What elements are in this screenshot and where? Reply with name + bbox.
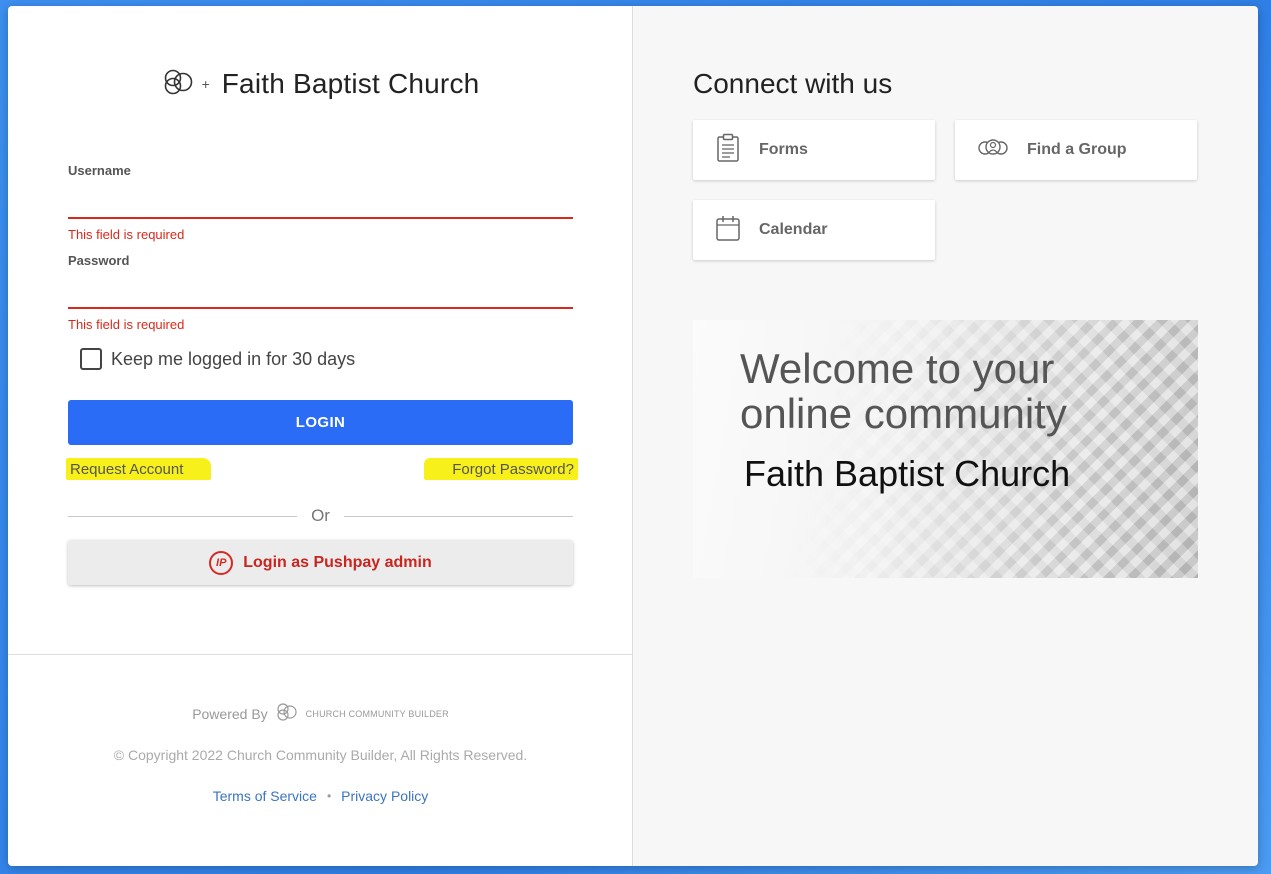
keep-logged-in-checkbox[interactable] (80, 348, 102, 370)
keep-logged-in-row[interactable]: Keep me logged in for 30 days (80, 348, 355, 370)
password-input[interactable] (68, 280, 573, 306)
group-icon (977, 136, 1009, 165)
request-account-link[interactable]: Request Account (66, 458, 211, 480)
forms-label: Forms (759, 141, 808, 158)
powered-by: Powered By CHURCH COMMUNITY BUILDER (8, 703, 633, 724)
clipboard-icon (715, 133, 741, 168)
pushpay-icon: IP (209, 550, 234, 575)
forms-tile[interactable]: Forms (693, 120, 935, 180)
keep-logged-in-label: Keep me logged in for 30 days (111, 348, 356, 369)
login-panel: + Faith Baptist Church Username This fie… (8, 6, 633, 866)
calendar-tile[interactable]: Calendar (693, 200, 935, 260)
password-label: Password (68, 253, 130, 268)
banner-line-2: online community (740, 390, 1067, 437)
divider-line-right (343, 515, 574, 517)
legal-separator: • (326, 789, 332, 803)
ccb-wordmark: CHURCH COMMUNITY BUILDER (305, 708, 449, 719)
privacy-policy-link[interactable]: Privacy Policy (341, 788, 428, 804)
divider-line-left (68, 515, 298, 517)
banner-welcome-text: Welcome to your online community (740, 346, 1067, 436)
password-error: This field is required (68, 317, 185, 332)
pushpay-login-label: Login as Pushpay admin (243, 553, 432, 571)
powered-by-text: Powered By (192, 705, 268, 722)
login-button[interactable]: LOGIN (68, 400, 573, 445)
legal-links: Terms of Service • Privacy Policy (8, 788, 633, 804)
brand-plus: + (201, 76, 210, 92)
forgot-password-link[interactable]: Forgot Password? (424, 458, 578, 480)
church-title: Faith Baptist Church (221, 68, 480, 99)
calendar-icon (715, 214, 741, 247)
ccb-logo-icon (162, 69, 194, 100)
pushpay-login-button[interactable]: IP Login as Pushpay admin (68, 540, 573, 585)
brand-header: + Faith Baptist Church (8, 68, 633, 100)
welcome-banner: Welcome to your online community Faith B… (693, 320, 1198, 578)
find-a-group-tile[interactable]: Find a Group (955, 120, 1197, 180)
find-a-group-label: Find a Group (1027, 141, 1127, 158)
connect-panel: Connect with us Forms Find a Group Calen… (633, 6, 1258, 866)
username-input[interactable] (68, 190, 573, 216)
password-underline (68, 307, 573, 309)
banner-line-1: Welcome to your (740, 345, 1055, 392)
connect-title: Connect with us (693, 68, 893, 99)
username-underline (68, 217, 573, 219)
or-text: Or (311, 506, 330, 525)
footer-separator (8, 654, 633, 655)
username-label: Username (68, 163, 131, 178)
or-divider: Or (68, 506, 574, 526)
banner-church-name: Faith Baptist Church (744, 453, 1071, 494)
login-window: + Faith Baptist Church Username This fie… (8, 6, 1258, 866)
terms-of-service-link[interactable]: Terms of Service (213, 788, 317, 804)
calendar-label: Calendar (759, 221, 828, 238)
ccb-small-logo-icon (276, 703, 298, 724)
username-error: This field is required (68, 227, 185, 242)
copyright-text: © Copyright 2022 Church Community Builde… (113, 747, 528, 763)
